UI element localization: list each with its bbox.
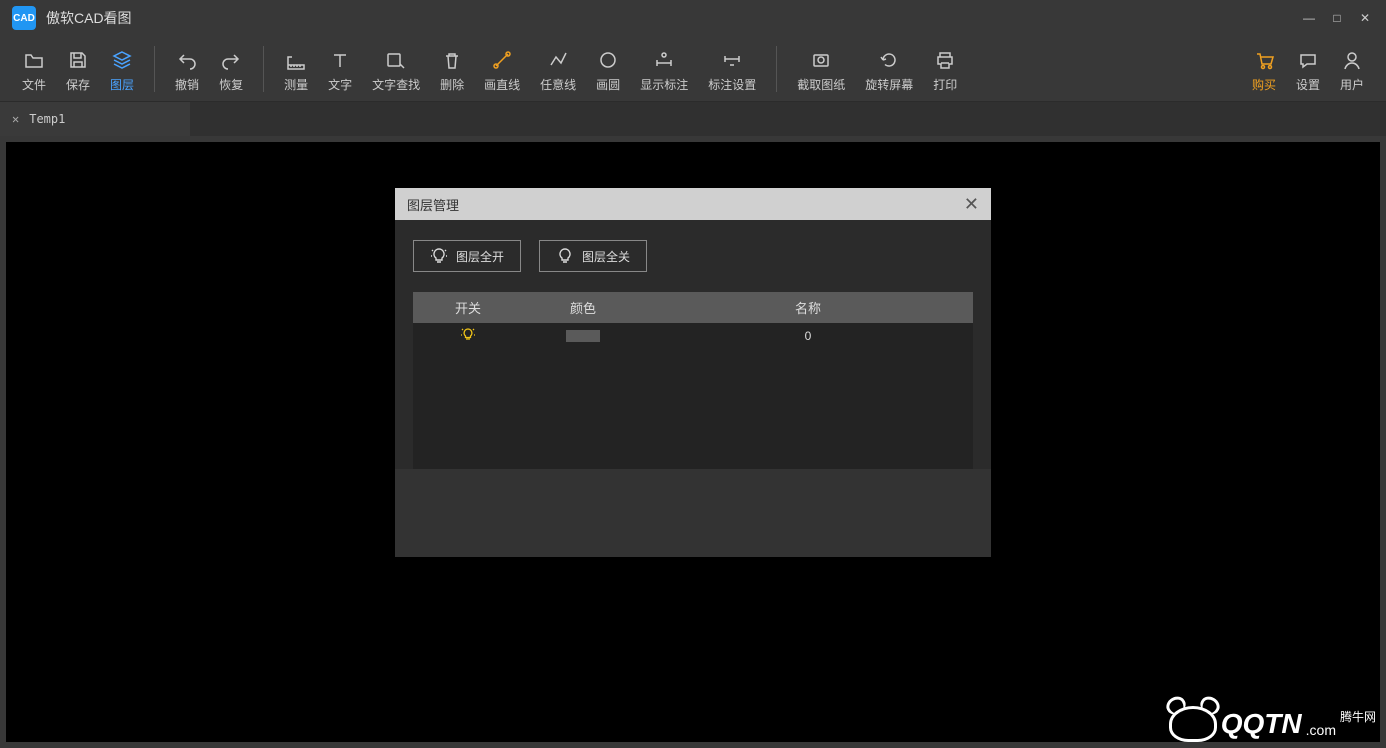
separator (263, 46, 264, 92)
save-icon (67, 46, 89, 74)
layer-table-body (413, 349, 973, 469)
circle-icon (597, 46, 619, 74)
bull-icon (1169, 706, 1217, 742)
rotate-button[interactable]: 旋转屏幕 (855, 40, 923, 97)
document-tab[interactable]: ✕ Temp1 (0, 102, 190, 136)
col-color: 颜色 (523, 292, 643, 323)
layer-table-header: 开关 颜色 名称 (413, 292, 973, 323)
print-button[interactable]: 打印 (923, 40, 967, 97)
redo-button[interactable]: 恢复 (209, 40, 253, 97)
watermark: QQTN .com 腾牛网 (1169, 706, 1376, 742)
minimize-button[interactable]: — (1302, 11, 1316, 25)
app-icon: CAD (12, 6, 36, 30)
line-button[interactable]: 画直线 (474, 40, 530, 97)
rotate-icon (878, 46, 900, 74)
folder-icon (23, 46, 45, 74)
bulb-on-icon (430, 247, 448, 265)
dialog-footer (395, 469, 991, 557)
app-title: 傲软CAD看图 (46, 8, 132, 28)
toolbar: 文件 保存 图层 撤销 恢复 测量 文字 (0, 36, 1386, 102)
settings-button[interactable]: 设置 (1286, 40, 1330, 97)
dialog-close-button[interactable]: ✕ (964, 194, 979, 215)
close-button[interactable]: ✕ (1358, 11, 1372, 25)
window-controls: — □ ✕ (1302, 11, 1378, 25)
separator (776, 46, 777, 92)
layers-all-off-button[interactable]: 图层全关 (539, 240, 647, 272)
separator (154, 46, 155, 92)
chat-icon (1297, 46, 1319, 74)
tabbar: ✕ Temp1 (0, 102, 1386, 136)
layer-name: 0 (643, 329, 973, 343)
showdim-button[interactable]: 显示标注 (630, 40, 698, 97)
user-icon (1341, 46, 1363, 74)
undo-button[interactable]: 撤销 (165, 40, 209, 97)
polyline-icon (547, 46, 569, 74)
layer-button[interactable]: 图层 (100, 40, 144, 97)
user-button[interactable]: 用户 (1330, 40, 1374, 97)
dialog-title: 图层管理 (407, 195, 459, 214)
layer-color[interactable] (523, 330, 643, 342)
dimsettings-button[interactable]: 标注设置 (698, 40, 766, 97)
cart-icon (1253, 46, 1275, 74)
ruler-icon (285, 46, 307, 74)
trash-icon (441, 46, 463, 74)
tab-close-icon[interactable]: ✕ (12, 112, 19, 126)
line-icon (491, 46, 513, 74)
dimension-icon (653, 46, 675, 74)
bulb-on-icon (460, 327, 476, 343)
layer-row[interactable]: 0 (413, 323, 973, 349)
bulb-off-icon (556, 247, 574, 265)
capture-button[interactable]: 截取图纸 (787, 40, 855, 97)
findtext-button[interactable]: 文字查找 (362, 40, 430, 97)
layers-icon (111, 46, 133, 74)
polyline-button[interactable]: 任意线 (530, 40, 586, 97)
delete-button[interactable]: 删除 (430, 40, 474, 97)
text-button[interactable]: 文字 (318, 40, 362, 97)
measure-button[interactable]: 测量 (274, 40, 318, 97)
redo-icon (220, 46, 242, 74)
search-text-icon (385, 46, 407, 74)
tab-label: Temp1 (29, 112, 65, 126)
capture-icon (810, 46, 832, 74)
file-button[interactable]: 文件 (12, 40, 56, 97)
text-icon (329, 46, 351, 74)
maximize-button[interactable]: □ (1330, 11, 1344, 25)
titlebar: CAD 傲软CAD看图 — □ ✕ (0, 0, 1386, 36)
undo-icon (176, 46, 198, 74)
print-icon (934, 46, 956, 74)
layer-toggle[interactable] (413, 327, 523, 346)
dialog-titlebar[interactable]: 图层管理 ✕ (395, 188, 991, 220)
save-button[interactable]: 保存 (56, 40, 100, 97)
layers-all-on-button[interactable]: 图层全开 (413, 240, 521, 272)
col-switch: 开关 (413, 292, 523, 323)
layer-manager-dialog: 图层管理 ✕ 图层全开 图层全关 开关 颜色 名称 0 (395, 188, 991, 557)
dim-settings-icon (721, 46, 743, 74)
buy-button[interactable]: 购买 (1242, 40, 1286, 97)
circle-button[interactable]: 画圆 (586, 40, 630, 97)
col-name: 名称 (643, 292, 973, 323)
